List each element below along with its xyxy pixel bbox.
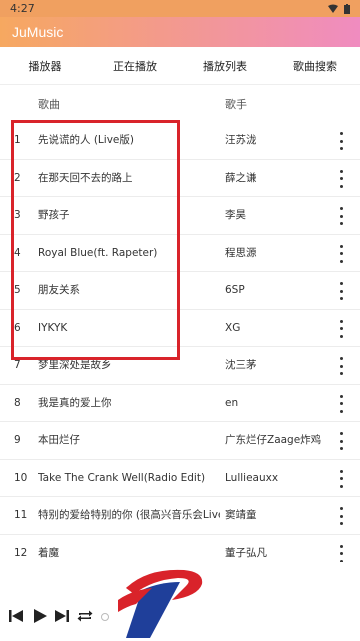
more-options-icon[interactable] (336, 432, 346, 450)
song-row[interactable]: 12 着魔 董子弘凡 (0, 535, 360, 562)
song-list: 1 先说谎的人 (Live版) 汪苏泷 2 在那天回不去的路上 薛之谦 3 野孩子 李昊 4 Roy… (0, 122, 360, 562)
tab-player[interactable]: 播放器 (0, 58, 90, 74)
song-index: 12 (14, 546, 28, 559)
song-artist: 董子弘凡 (225, 546, 267, 559)
song-artist: 广东烂仔Zaage炸鸡 (225, 434, 322, 446)
song-artist: 汪苏泷 (225, 134, 257, 146)
song-title: Royal Blue(ft. Rapeter) (38, 246, 158, 259)
song-row[interactable]: 6 IYKYK XG (0, 310, 360, 347)
song-row[interactable]: 10 Take The Crank Well(Radio Edit) Lulliea… (0, 460, 360, 497)
song-index: 8 (14, 396, 21, 409)
more-options-icon[interactable] (336, 244, 346, 263)
status-bar: 4:27 (0, 0, 360, 17)
song-index: 9 (14, 434, 21, 446)
song-index: 11 (14, 509, 28, 521)
status-time: 4:27 (10, 2, 35, 15)
song-row[interactable]: 8 我是真的爱上你 en (0, 385, 360, 422)
more-options-icon[interactable] (336, 282, 346, 300)
song-row[interactable]: 2 在那天回不去的路上 薛之谦 (0, 160, 360, 197)
song-title: 先说谎的人 (Live版) (38, 134, 134, 146)
song-artist: XG (225, 321, 241, 334)
list-header: 歌曲 歌手 (0, 86, 360, 122)
progress-knob[interactable] (101, 613, 109, 621)
tab-playlist[interactable]: 播放列表 (180, 58, 270, 74)
song-row[interactable]: 3 野孩子 李昊 (0, 197, 360, 235)
previous-icon[interactable] (8, 608, 24, 624)
tab-now-playing[interactable]: 正在播放 (90, 58, 180, 74)
more-options-icon[interactable] (336, 394, 346, 413)
battery-icon (344, 3, 350, 14)
song-title: IYKYK (38, 321, 68, 334)
song-row[interactable]: 1 先说谎的人 (Live版) 汪苏泷 (0, 122, 360, 160)
song-artist: en (225, 396, 239, 409)
song-index: 3 (14, 209, 21, 221)
song-row[interactable]: 4 Royal Blue(ft. Rapeter) 程思源 (0, 235, 360, 272)
more-options-icon[interactable] (336, 469, 346, 488)
app-bar: JuMusic (0, 17, 360, 47)
song-artist: 沈三茅 (225, 359, 257, 371)
song-index: 6 (14, 321, 21, 334)
song-title: 野孩子 (38, 209, 70, 221)
song-title: 本田烂仔 (38, 434, 80, 446)
more-options-icon[interactable] (336, 132, 346, 150)
repeat-icon[interactable] (76, 608, 94, 624)
more-options-icon[interactable] (336, 169, 346, 188)
song-title: 着魔 (38, 546, 59, 559)
song-title: 朋友关系 (38, 284, 80, 296)
song-row[interactable]: 11 特别的爱给特别的你 (很高兴音乐会Live 窦靖童 (0, 497, 360, 535)
song-row[interactable]: 9 本田烂仔 广东烂仔Zaage炸鸡 (0, 422, 360, 460)
song-artist: 薛之谦 (225, 171, 257, 184)
wifi-icon (328, 4, 338, 13)
song-title: 在那天回不去的路上 (38, 171, 133, 184)
song-index: 5 (14, 284, 21, 296)
app-title: JuMusic (12, 24, 64, 40)
song-index: 4 (14, 246, 21, 259)
song-artist: 6SP (225, 284, 245, 296)
song-title: 梦里深处是故乡 (38, 359, 112, 371)
more-options-icon[interactable] (336, 357, 346, 375)
play-icon[interactable] (32, 608, 48, 624)
song-title: 我是真的爱上你 (38, 396, 112, 409)
song-title: 特别的爱给特别的你 (很高兴音乐会Live (38, 509, 220, 521)
more-options-icon[interactable] (336, 207, 346, 225)
song-artist: 李昊 (225, 209, 246, 221)
header-artist-column: 歌手 (225, 98, 247, 111)
tab-song-search[interactable]: 歌曲搜索 (270, 58, 360, 74)
song-index: 10 (14, 471, 28, 484)
song-index: 1 (14, 134, 21, 146)
more-options-icon[interactable] (336, 544, 346, 562)
tab-bar: 播放器 正在播放 播放列表 歌曲搜索 (0, 47, 360, 85)
song-artist: Lullieauxx (225, 471, 279, 484)
song-artist: 程思源 (225, 246, 257, 259)
song-index: 7 (14, 359, 21, 371)
header-title-column: 歌曲 (38, 98, 60, 111)
next-icon[interactable] (54, 608, 70, 624)
song-row[interactable]: 5 朋友关系 6SP (0, 272, 360, 310)
more-options-icon[interactable] (336, 319, 346, 338)
more-options-icon[interactable] (336, 507, 346, 525)
status-icons (328, 3, 350, 14)
song-row[interactable]: 7 梦里深处是故乡 沈三茅 (0, 347, 360, 385)
song-title: Take The Crank Well(Radio Edit) (38, 471, 206, 484)
app-logo (118, 569, 203, 638)
song-artist: 窦靖童 (225, 509, 257, 521)
song-index: 2 (14, 171, 21, 184)
